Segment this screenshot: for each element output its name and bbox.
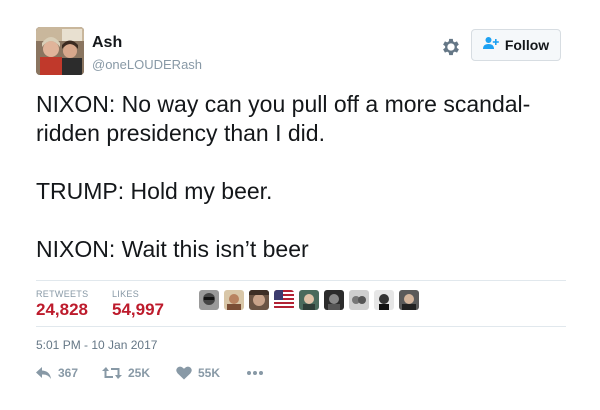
liker-avatar[interactable]	[299, 290, 319, 310]
retweets-count[interactable]: 24,828	[36, 300, 88, 320]
follow-button-label: Follow	[504, 37, 550, 53]
liker-avatars	[199, 290, 419, 310]
retweet-button[interactable]: 25K	[102, 366, 162, 380]
gear-icon[interactable]	[440, 36, 462, 58]
user-handle[interactable]: @oneLOUDERash	[92, 57, 202, 72]
liker-avatar-flag[interactable]	[274, 290, 294, 310]
like-count: 55K	[198, 366, 221, 380]
reply-button[interactable]: 367	[36, 366, 88, 380]
likes-count[interactable]: 54,997	[112, 300, 164, 320]
reply-count: 367	[58, 366, 79, 380]
more-icon	[246, 370, 264, 376]
tweet-line: NIXON: No way can you pull off a more sc…	[36, 91, 531, 117]
tweet-line: TRUMP: Hold my beer.	[36, 178, 273, 204]
retweets-label: RETWEETS	[36, 289, 89, 299]
liker-avatar[interactable]	[349, 290, 369, 310]
follow-button[interactable]: Follow	[471, 29, 561, 61]
liker-avatar[interactable]	[249, 290, 269, 310]
tweet-card: Ash @oneLOUDERash Follow NIXON: No way c…	[0, 0, 600, 410]
likes-label: LIKES	[112, 289, 140, 299]
like-button[interactable]: 55K	[176, 366, 234, 380]
divider	[36, 326, 566, 327]
more-button[interactable]	[246, 370, 264, 376]
liker-avatar[interactable]	[324, 290, 344, 310]
retweet-icon	[102, 366, 122, 380]
tweet-text: NIXON: No way can you pull off a more sc…	[36, 90, 576, 264]
liker-avatar[interactable]	[199, 290, 219, 310]
reply-icon	[36, 366, 52, 380]
divider	[36, 280, 566, 281]
liker-avatar[interactable]	[374, 290, 394, 310]
heart-icon	[176, 366, 192, 380]
liker-avatar[interactable]	[224, 290, 244, 310]
user-avatar[interactable]	[36, 27, 84, 75]
tweet-timestamp[interactable]: 5:01 PM - 10 Jan 2017	[36, 338, 157, 352]
add-user-icon	[482, 36, 499, 55]
retweet-count: 25K	[128, 366, 151, 380]
user-display-name[interactable]: Ash	[92, 34, 122, 52]
tweet-actions: 367 25K 55K	[36, 366, 264, 380]
tweet-line: NIXON: Wait this isn’t beer	[36, 236, 309, 262]
tweet-line: ridden presidency than I did.	[36, 120, 325, 146]
liker-avatar[interactable]	[399, 290, 419, 310]
